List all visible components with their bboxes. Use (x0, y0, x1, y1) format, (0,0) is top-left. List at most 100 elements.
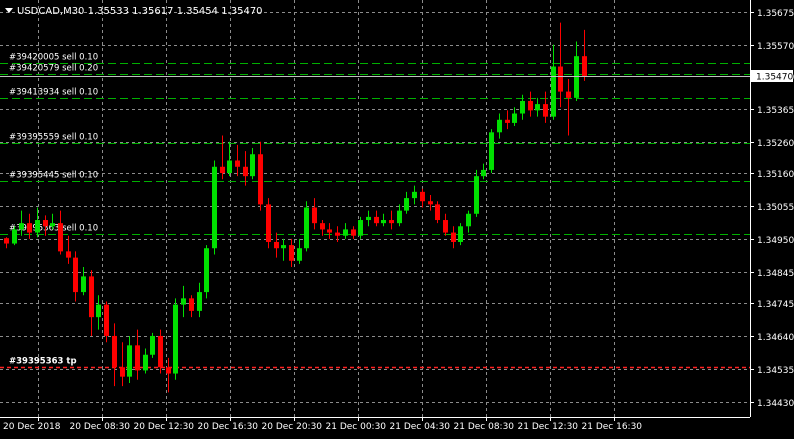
candle-body (512, 113, 517, 123)
candle-body (466, 213, 471, 227)
candle-body (66, 251, 71, 258)
x-tick-label: 21 Dec 16:30 (582, 422, 643, 432)
y-tick-label: 1.35260 (757, 139, 794, 149)
candle-body (535, 104, 540, 111)
y-tick-label: 1.34535 (757, 366, 794, 376)
candle-body (566, 91, 571, 98)
candle-body (274, 241, 279, 249)
candle-body (489, 132, 494, 170)
candle-body (558, 66, 563, 92)
candle-body (250, 154, 255, 177)
candlestick-chart[interactable]: #39420005 sell 0.10#39420579 sell 0.20 #3… (0, 0, 794, 435)
x-tick-label: 21 Dec 08:30 (454, 422, 515, 432)
candle-body (389, 220, 394, 224)
candle-body (481, 169, 486, 177)
candle-body (35, 220, 40, 233)
symbol-info: USDCAD,M30 1.35533 1.35617 1.35454 1.354… (17, 6, 263, 17)
order-label: #39420579 sell 0.20 (9, 64, 98, 74)
candle-body (189, 298, 194, 311)
candle-body (258, 154, 263, 205)
candle-body (173, 304, 178, 374)
candle-body (19, 223, 24, 230)
candle-body (551, 66, 556, 117)
y-tick-label: 1.34640 (757, 333, 794, 343)
current-price-label: 1.35470 (756, 73, 793, 83)
candle-body (520, 100, 525, 114)
order-label: #39395559 sell 0.10 (9, 133, 98, 143)
candle-body (43, 220, 48, 227)
candle-body (281, 245, 286, 249)
candle-body (212, 166, 217, 249)
candle-body (528, 100, 533, 111)
candle-body (112, 335, 117, 368)
candle-body (135, 345, 140, 371)
candle-body (327, 229, 332, 233)
candle-body (351, 229, 356, 236)
candle-body (428, 201, 433, 205)
x-tick-label: 20 Dec 20:30 (262, 422, 323, 432)
x-tick-label: 21 Dec 00:30 (326, 422, 387, 432)
y-tick-label: 1.34950 (757, 236, 794, 246)
candle-body (304, 207, 309, 249)
order-label: #39420005 sell 0.10 (9, 53, 98, 63)
y-tick-label: 1.35675 (757, 9, 794, 19)
candle-body (381, 220, 386, 224)
candle-body (27, 223, 32, 233)
y-tick-label: 1.34430 (757, 399, 794, 409)
candle-body (451, 232, 456, 242)
candle-body (104, 304, 109, 336)
candle-body (505, 119, 510, 123)
y-tick-label: 1.34745 (757, 300, 794, 310)
candle-body (289, 245, 294, 261)
x-tick-label: 20 Dec 12:30 (134, 422, 195, 432)
candle-body (81, 276, 86, 293)
chart-header: USDCAD,M30 1.35533 1.35617 1.35454 1.354… (5, 6, 263, 17)
y-tick-label: 1.35160 (757, 170, 794, 180)
tp-label: #39395363 tp (9, 357, 77, 367)
candle-body (435, 204, 440, 221)
candle-body (127, 345, 132, 377)
candle-body (397, 210, 402, 224)
candle-body (320, 223, 325, 230)
candle-body (420, 191, 425, 202)
candle-body (474, 176, 479, 214)
x-tick-label: 20 Dec 08:30 (70, 422, 131, 432)
candle-body (412, 191, 417, 199)
candle-body (497, 119, 502, 133)
candle-body (243, 166, 248, 177)
x-tick-label: 20 Dec 2018 (3, 422, 61, 432)
candle-body (150, 335, 155, 355)
y-tick-label: 1.34845 (757, 269, 794, 279)
candle-body (89, 276, 94, 318)
candle-body (543, 104, 548, 117)
chart-window[interactable]: #39420005 sell 0.10 #39420579 sell 0.20 #3… (0, 0, 794, 435)
candle-body (143, 354, 148, 371)
candle-body (166, 367, 171, 374)
candle-body (404, 198, 409, 211)
candle-body (12, 229, 17, 244)
x-tick-label: 21 Dec 12:30 (518, 422, 579, 432)
candle-body (58, 223, 63, 252)
candle-body (227, 160, 232, 174)
candle-body (50, 223, 55, 227)
candle-body (297, 248, 302, 261)
y-tick-label: 1.35570 (757, 42, 794, 52)
candle-body (343, 229, 348, 236)
candle-body (358, 220, 363, 236)
candle-body (4, 238, 9, 244)
candle-body (120, 367, 125, 377)
candle-body (204, 248, 209, 293)
candle-body (458, 226, 463, 242)
candle-body (443, 220, 448, 233)
y-tick-label: 1.35055 (757, 203, 794, 213)
candle-body (181, 298, 186, 305)
candle-body (73, 257, 78, 293)
y-tick-label: 1.35365 (757, 106, 794, 116)
candle-body (366, 216, 371, 221)
x-tick-label: 20 Dec 16:30 (198, 422, 259, 432)
candle-body (335, 232, 340, 236)
candle-body (96, 304, 101, 318)
candle-body (197, 292, 202, 311)
candle-body (312, 207, 317, 224)
x-tick-label: 21 Dec 04:30 (390, 422, 451, 432)
